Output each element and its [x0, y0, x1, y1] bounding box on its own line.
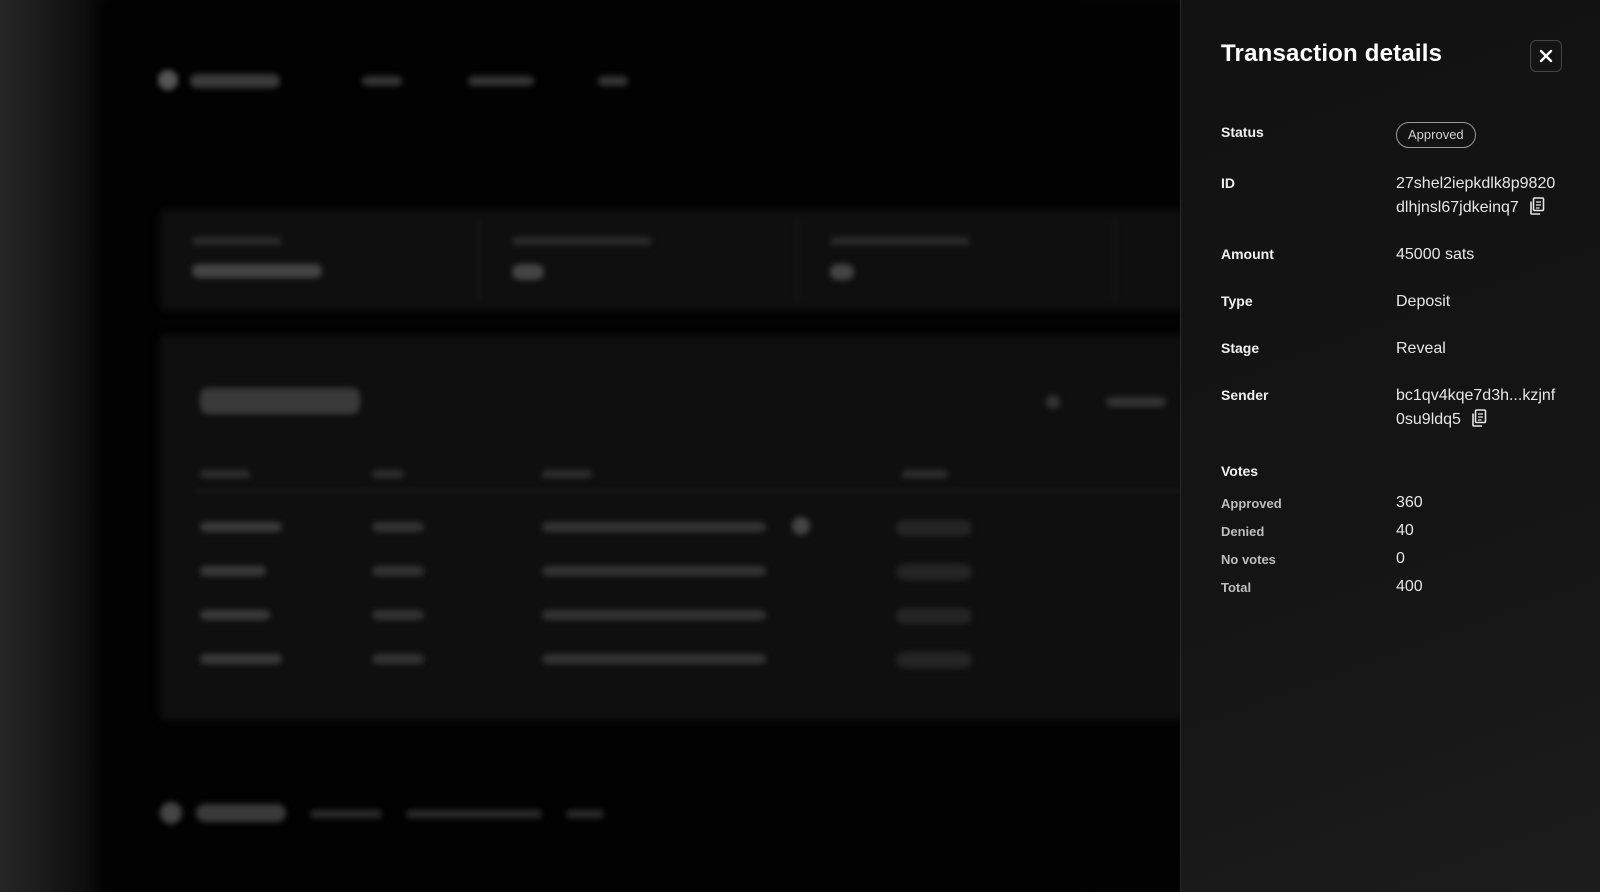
votes-approved-value: 360	[1396, 494, 1423, 511]
background-status-badge	[896, 520, 972, 536]
background-stat-value	[830, 264, 854, 280]
background-column-header	[902, 470, 948, 478]
amount-label: Amount	[1221, 246, 1274, 262]
background-table-cell	[542, 610, 766, 620]
sender-value: bc1qv4kqe7d3h...kzjnf 0su9ldq5	[1396, 384, 1555, 432]
copy-icon[interactable]	[1529, 196, 1545, 215]
background-column-header	[372, 470, 404, 478]
background-table-cell	[372, 566, 424, 576]
background-table-cell	[200, 610, 270, 620]
stage-label: Stage	[1221, 340, 1260, 356]
background-nav-item	[598, 76, 628, 86]
sender-value-line-1: bc1qv4kqe7d3h...kzjnf	[1396, 387, 1556, 404]
votes-total-label: Total	[1221, 580, 1252, 595]
background-logo-icon	[158, 70, 178, 90]
background-stats-card	[160, 210, 1190, 310]
background-divider	[196, 490, 1190, 492]
status-label: Status	[1221, 124, 1264, 140]
votes-none-label: No votes	[1221, 552, 1276, 567]
background-table-cell	[372, 610, 424, 620]
sender-value-line-2-wrapper: 0su9ldq5	[1396, 408, 1555, 432]
background-filter-button	[1106, 397, 1166, 407]
background-table-cell	[542, 522, 766, 532]
background-stat-label	[512, 237, 652, 245]
copy-icon[interactable]	[1471, 408, 1487, 427]
background-stat-value	[192, 264, 322, 278]
background-stat-label	[192, 237, 282, 245]
background-table-cell	[200, 522, 282, 532]
id-value: 27shel2iepkdlk8p9820 dlhjnsl67jdkeinq7	[1396, 172, 1555, 220]
background-stat-label	[830, 237, 970, 245]
id-value-line-2: dlhjnsl67jdkeinq7	[1396, 199, 1519, 216]
background-stat-value	[512, 264, 544, 280]
votes-denied-value: 40	[1396, 522, 1414, 539]
id-value-line-1: 27shel2iepkdlk8p9820	[1396, 175, 1556, 192]
background-table-cell	[542, 566, 766, 576]
status-badge: Approved	[1396, 122, 1476, 148]
sender-value-line-2: 0su9ldq5	[1396, 411, 1461, 428]
background-table-cell	[542, 654, 766, 664]
type-value: Deposit	[1396, 293, 1451, 310]
panel-title: Transaction details	[1221, 40, 1443, 67]
background-table-cell	[372, 654, 424, 664]
background-footer-link	[566, 810, 604, 818]
background-section-title	[200, 388, 360, 414]
background-footer-logo-text	[196, 804, 286, 822]
amount-value: 45000 sats	[1396, 246, 1475, 263]
background-copy-icon	[792, 517, 810, 535]
votes-approved-label: Approved	[1221, 496, 1282, 511]
background-column-header	[542, 470, 592, 478]
background-table-cell	[200, 654, 282, 664]
id-value-line-2-wrapper: dlhjnsl67jdkeinq7	[1396, 196, 1555, 220]
id-label: ID	[1221, 175, 1235, 191]
close-button[interactable]	[1530, 40, 1562, 72]
transaction-details-panel: Transaction details Status Approved ID 2…	[1180, 0, 1600, 892]
background-footer-logo-icon	[160, 802, 182, 824]
background-footer-link	[406, 810, 542, 818]
background-filter-icon	[1046, 395, 1060, 409]
votes-none-value: 0	[1396, 550, 1405, 567]
background-status-badge	[896, 652, 972, 668]
background-column-header	[200, 470, 250, 478]
background-divider	[796, 220, 798, 300]
background-nav-item	[362, 76, 402, 86]
background-divider	[478, 220, 480, 300]
close-icon	[1539, 49, 1553, 63]
background-table-cell	[200, 566, 266, 576]
background-nav-item	[468, 76, 534, 86]
stage-value: Reveal	[1396, 340, 1446, 357]
background-divider	[1114, 220, 1116, 300]
votes-total-value: 400	[1396, 578, 1423, 595]
background-footer-link	[310, 810, 382, 818]
background-status-badge	[896, 608, 972, 624]
sender-label: Sender	[1221, 387, 1269, 403]
votes-denied-label: Denied	[1221, 524, 1265, 539]
votes-heading: Votes	[1221, 463, 1259, 479]
background-logo-text	[190, 74, 280, 88]
background-table-cell	[372, 522, 424, 532]
background-status-badge	[896, 564, 972, 580]
type-label: Type	[1221, 293, 1253, 309]
